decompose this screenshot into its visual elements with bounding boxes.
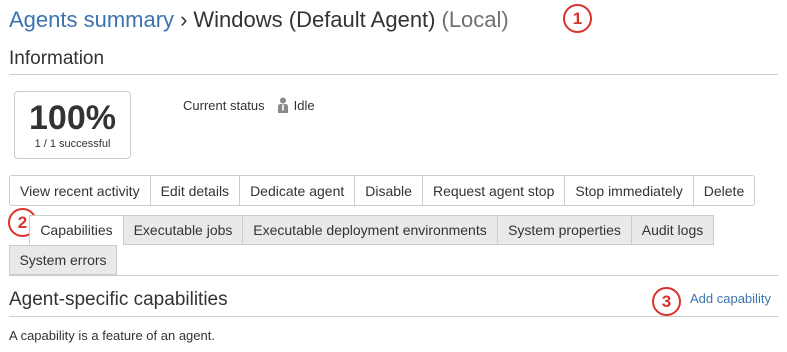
status-label: Current status [183,97,265,113]
agent-scope: (Local) [441,7,509,32]
capabilities-description: A capability is a feature of an agent. [9,328,215,343]
request-agent-stop-button[interactable]: Request agent stop [422,175,566,206]
tab-system-properties[interactable]: System properties [497,215,632,245]
current-status: Current status Idle [183,97,315,113]
tab-system-errors[interactable]: System errors [9,245,117,275]
status-value: Idle [293,97,315,113]
tab-audit-logs[interactable]: Audit logs [631,215,714,245]
breadcrumb-agents-summary[interactable]: Agents summary [9,7,174,33]
capabilities-divider [9,316,778,317]
information-divider [9,74,778,75]
information-heading: Information [9,48,105,69]
tab-capabilities[interactable]: Capabilities [29,215,124,245]
add-capability-link[interactable]: Add capability [690,291,771,306]
success-percent: 100% [29,99,116,137]
tab-executable-deployment-environments[interactable]: Executable deployment environments [242,215,498,245]
annotation-marker-3: 3 [652,287,681,316]
delete-button[interactable]: Delete [693,175,756,206]
tabs-divider [9,275,778,276]
success-rate-box: 100% 1 / 1 successful [14,91,131,159]
disable-button[interactable]: Disable [355,175,423,206]
agent-idle-icon [277,97,288,113]
stop-immediately-button[interactable]: Stop immediately [565,175,694,206]
breadcrumb-separator: › [180,7,188,32]
view-recent-activity-button[interactable]: View recent activity [9,175,151,206]
success-detail: 1 / 1 successful [34,138,111,150]
agent-actions-toolbar: View recent activity Edit details Dedica… [9,175,756,206]
dedicate-agent-button[interactable]: Dedicate agent [240,175,356,206]
agent-capabilities-heading: Agent-specific capabilities [9,289,228,310]
page-title: Agents summary › Windows (Default Agent)… [9,5,509,35]
edit-details-button[interactable]: Edit details [150,175,241,206]
annotation-marker-1: 1 [563,4,592,33]
tab-executable-jobs[interactable]: Executable jobs [123,215,243,245]
agent-name: Windows (Default Agent) [193,7,436,32]
